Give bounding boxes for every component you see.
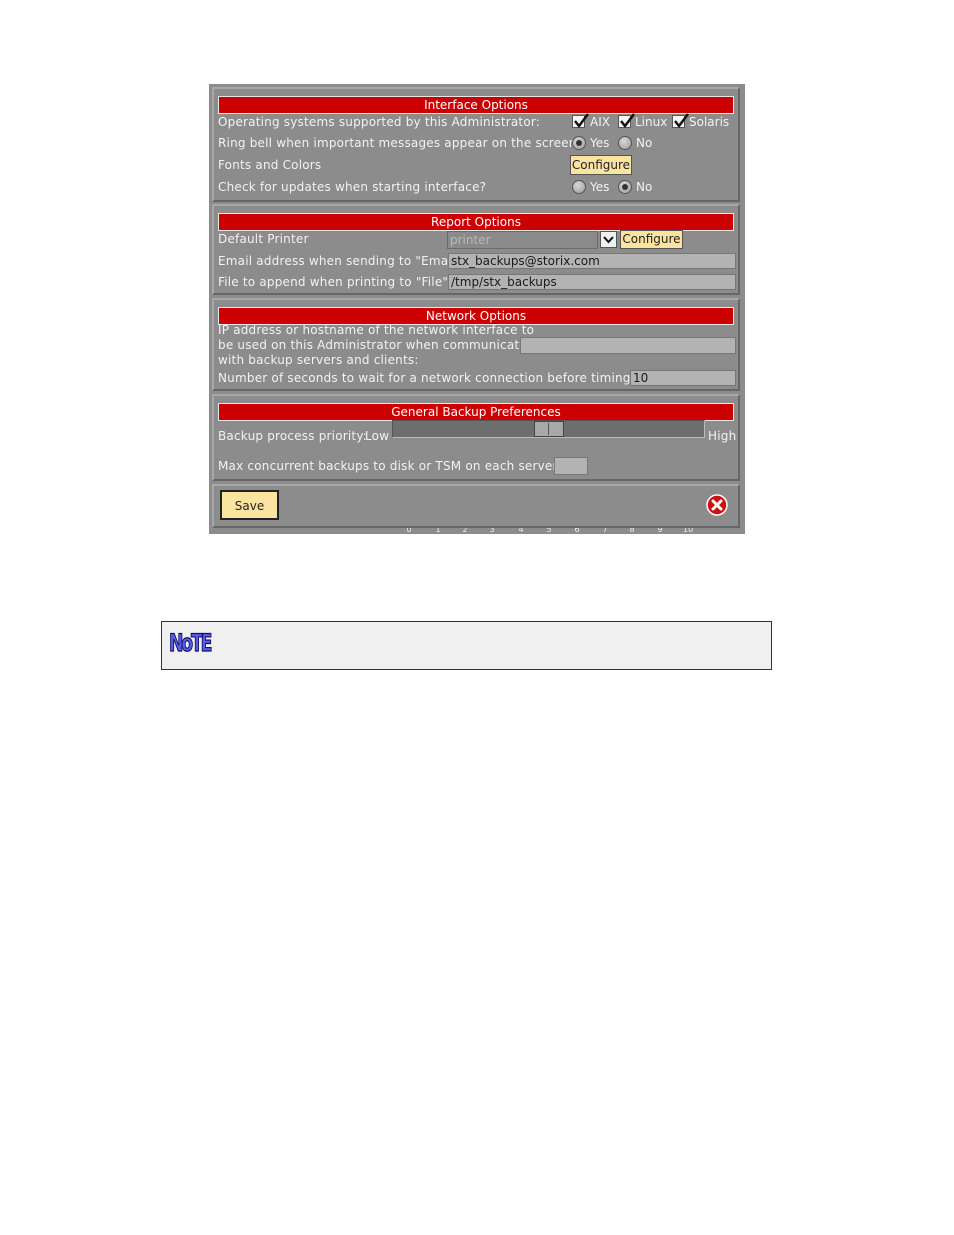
interface-options-header: Interface Options	[218, 96, 734, 114]
ip-address-label-line2: be used on this Administrator when commu…	[218, 338, 539, 352]
ip-address-label-line3: with backup servers and clients:	[218, 353, 419, 367]
priority-slider-thumb[interactable]	[533, 421, 564, 437]
ring-bell-yes-radio[interactable]	[572, 136, 586, 150]
email-address-label: Email address when sending to "Email"	[218, 254, 462, 268]
aix-checkbox[interactable]	[572, 113, 589, 128]
file-append-label: File to append when printing to "File"	[218, 275, 449, 289]
check-updates-no-label: No	[636, 180, 653, 194]
ip-address-label-line1: IP address or hostname of the network in…	[218, 323, 535, 337]
printer-dropdown-button[interactable]	[600, 231, 617, 248]
fonts-configure-button[interactable]: Configure	[570, 155, 632, 175]
file-append-field[interactable]: /tmp/stx_backups	[448, 274, 736, 290]
linux-label: Linux	[635, 115, 668, 129]
check-updates-yes-radio[interactable]	[572, 180, 586, 194]
backup-priority-label: Backup process priority:	[218, 429, 367, 443]
close-button[interactable]	[706, 494, 728, 516]
report-options-header: Report Options	[218, 213, 734, 231]
check-updates-yes-label: Yes	[590, 180, 610, 194]
os-supported-label: Operating systems supported by this Admi…	[218, 115, 541, 129]
ring-bell-yes-label: Yes	[590, 136, 610, 150]
solaris-checkbox[interactable]	[672, 113, 689, 128]
note-box: NoTE	[161, 621, 772, 670]
ring-bell-label: Ring bell when important messages appear…	[218, 136, 584, 150]
fonts-colors-label: Fonts and Colors	[218, 158, 322, 172]
note-icon: NoTE	[169, 628, 213, 657]
default-printer-label: Default Printer	[218, 232, 309, 246]
checkmark-icon	[574, 113, 589, 128]
max-concurrent-label: Max concurrent backups to disk or TSM on…	[218, 459, 562, 473]
priority-high-label: High	[708, 429, 737, 443]
ip-address-field[interactable]	[520, 337, 736, 354]
aix-label: AIX	[590, 115, 610, 129]
chevron-down-icon	[603, 236, 614, 244]
check-updates-label: Check for updates when starting interfac…	[218, 180, 487, 194]
network-timeout-label: Number of seconds to wait for a network …	[218, 371, 660, 385]
checkmark-icon	[620, 113, 635, 128]
printer-configure-button[interactable]: Configure	[620, 230, 683, 249]
close-icon	[706, 494, 728, 516]
solaris-label: Solaris	[689, 115, 730, 129]
max-concurrent-field[interactable]	[554, 457, 588, 475]
priority-low-label: Low	[365, 429, 390, 443]
ring-bell-no-radio[interactable]	[618, 136, 632, 150]
preferences-dialog: Interface Options Operating systems supp…	[209, 84, 745, 534]
default-printer-field[interactable]: printer	[447, 231, 598, 249]
ring-bell-no-label: No	[636, 136, 653, 150]
checkmark-icon	[674, 113, 689, 128]
linux-checkbox[interactable]	[618, 113, 635, 128]
check-updates-no-radio[interactable]	[618, 180, 632, 194]
backup-preferences-header: General Backup Preferences	[218, 403, 734, 421]
footer-panel	[212, 484, 740, 528]
save-button[interactable]: Save	[220, 490, 279, 520]
network-timeout-field[interactable]: 10	[630, 370, 736, 386]
email-address-field[interactable]: stx_backups@storix.com	[448, 253, 736, 269]
